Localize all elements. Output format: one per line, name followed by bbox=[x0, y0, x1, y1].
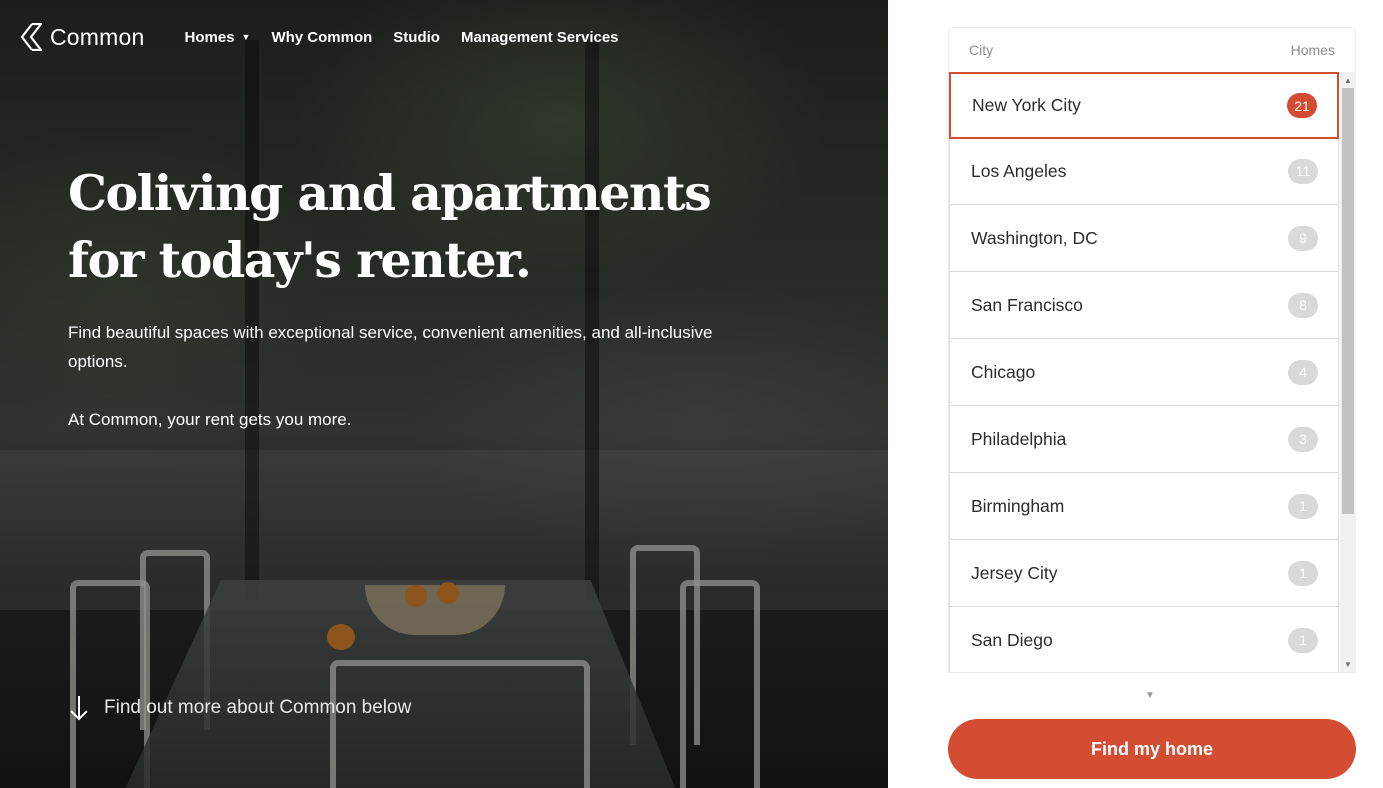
city-selector: City Homes New York City 21 Los Angeles … bbox=[948, 27, 1356, 673]
top-navigation: Common Homes ▼ Why Common Studio Managem… bbox=[20, 20, 640, 54]
nav-item-why-common[interactable]: Why Common bbox=[271, 29, 372, 46]
city-option-los-angeles[interactable]: Los Angeles 11 bbox=[949, 138, 1339, 205]
nav-links: Homes ▼ Why Common Studio Management Ser… bbox=[185, 29, 640, 46]
city-name: Los Angeles bbox=[971, 160, 1067, 181]
nav-item-studio[interactable]: Studio bbox=[393, 29, 440, 46]
learn-more-link[interactable]: Find out more about Common below bbox=[68, 694, 411, 722]
headline-line-1: Coliving and apartments bbox=[68, 164, 712, 222]
homes-count-badge: 21 bbox=[1287, 93, 1317, 118]
homes-count-badge: 9 bbox=[1288, 225, 1318, 251]
chevron-down-icon[interactable]: ▼ bbox=[1145, 690, 1155, 701]
homes-count-badge: 1 bbox=[1288, 560, 1318, 586]
city-option-chicago[interactable]: Chicago 4 bbox=[949, 339, 1339, 406]
city-search-panel: City Homes New York City 21 Los Angeles … bbox=[888, 0, 1383, 788]
city-name: San Diego bbox=[971, 629, 1053, 650]
city-option-birmingham[interactable]: Birmingham 1 bbox=[949, 473, 1339, 540]
scroll-down-arrow-icon[interactable]: ▼ bbox=[1340, 656, 1356, 672]
homes-count-badge: 3 bbox=[1288, 426, 1318, 452]
nav-item-label: Homes bbox=[184, 28, 235, 46]
hero-subcopy: Find beautiful spaces with exceptional s… bbox=[68, 318, 718, 434]
city-list-header: City Homes bbox=[949, 28, 1355, 72]
headline-line-2: for today's renter. bbox=[68, 231, 532, 289]
city-option-jersey-city[interactable]: Jersey City 1 bbox=[949, 540, 1339, 607]
city-name: Philadelphia bbox=[971, 428, 1067, 449]
city-option-san-francisco[interactable]: San Francisco 8 bbox=[949, 272, 1339, 339]
homes-count-badge: 8 bbox=[1288, 292, 1318, 318]
city-name: Chicago bbox=[971, 361, 1036, 382]
find-my-home-button[interactable]: Find my home bbox=[948, 719, 1356, 779]
city-name: Jersey City bbox=[971, 562, 1058, 583]
common-logo-icon bbox=[20, 23, 42, 51]
city-name: Birmingham bbox=[971, 495, 1065, 516]
column-header-homes: Homes bbox=[1290, 42, 1335, 58]
caret-down-icon: ▼ bbox=[241, 32, 251, 42]
learn-more-label: Find out more about Common below bbox=[104, 697, 412, 718]
city-name: New York City bbox=[972, 95, 1081, 115]
nav-item-management-services[interactable]: Management Services bbox=[461, 29, 619, 46]
logo-text: Common bbox=[50, 23, 145, 50]
city-name: San Francisco bbox=[971, 294, 1083, 315]
nav-item-homes[interactable]: Homes ▼ bbox=[185, 29, 251, 46]
city-list-scrollbar[interactable]: ▲ ▼ bbox=[1340, 72, 1356, 672]
scroll-up-arrow-icon[interactable]: ▲ bbox=[1340, 72, 1356, 88]
city-list: New York City 21 Los Angeles 11 Washingt… bbox=[949, 72, 1339, 672]
hero-section: Common Homes ▼ Why Common Studio Managem… bbox=[0, 0, 888, 788]
city-option-washington-dc[interactable]: Washington, DC 9 bbox=[949, 205, 1339, 272]
homes-count-badge: 1 bbox=[1288, 493, 1318, 519]
homes-count-badge: 11 bbox=[1288, 158, 1318, 184]
column-header-city: City bbox=[969, 42, 994, 58]
city-option-philadelphia[interactable]: Philadelphia 3 bbox=[949, 406, 1339, 473]
arrow-down-icon bbox=[70, 696, 88, 721]
hero-paragraph-2: At Common, your rent gets you more. bbox=[68, 410, 352, 429]
homes-count-badge: 4 bbox=[1288, 359, 1318, 385]
city-name: Washington, DC bbox=[971, 227, 1098, 248]
logo-link[interactable]: Common bbox=[20, 23, 145, 51]
hero-headline: Coliving and apartments for today's rent… bbox=[68, 160, 768, 294]
hero-paragraph-1: Find beautiful spaces with exceptional s… bbox=[68, 323, 713, 371]
city-option-san-diego[interactable]: San Diego 1 bbox=[949, 607, 1339, 672]
homes-count-badge: 1 bbox=[1288, 627, 1318, 653]
scrollbar-thumb[interactable] bbox=[1342, 88, 1354, 514]
city-option-new-york-city[interactable]: New York City 21 bbox=[949, 72, 1339, 139]
